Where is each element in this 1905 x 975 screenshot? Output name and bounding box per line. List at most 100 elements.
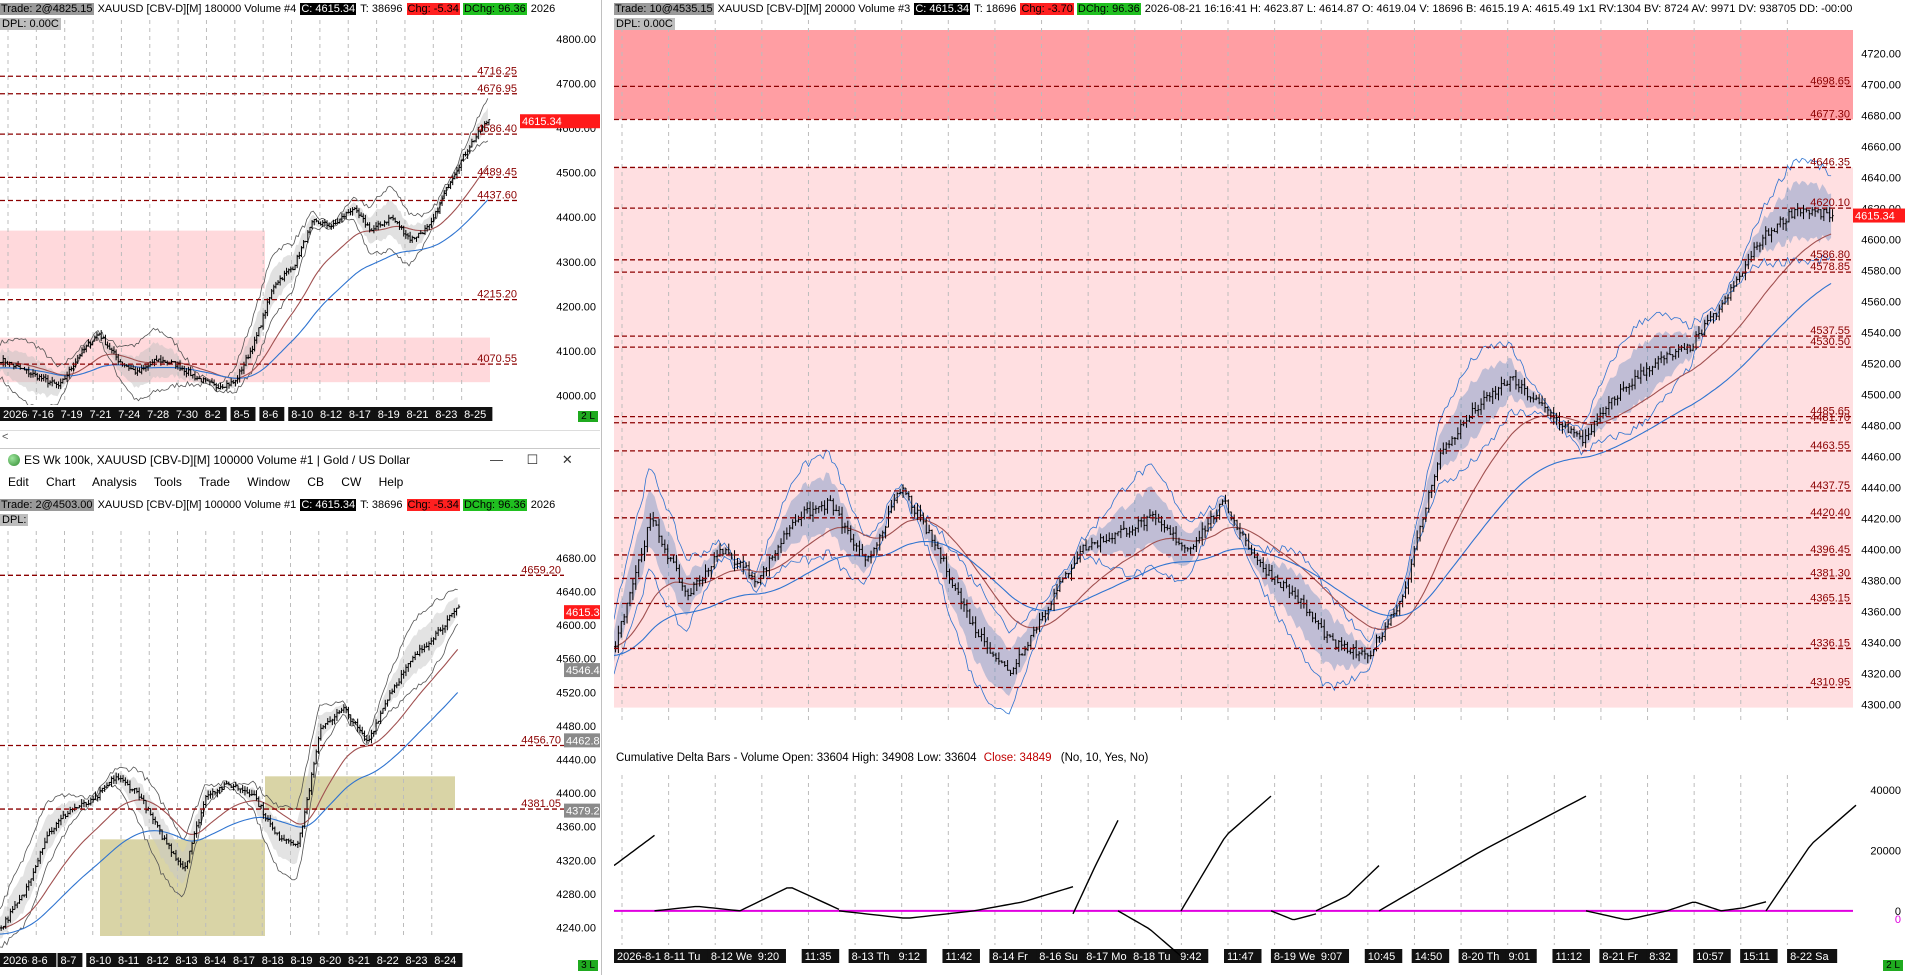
price-tick-label: 4200.00 (556, 301, 596, 313)
level-label: 4420.40 (1810, 507, 1850, 519)
level-label: 4215.20 (477, 289, 517, 301)
price-tick-label: 4500.00 (1861, 389, 1901, 401)
close-button[interactable]: ✕ (562, 452, 573, 467)
time-tick-label: 9:20 (758, 951, 779, 963)
menu-cb[interactable]: CB (307, 475, 324, 489)
level-label: 4381.30 (1810, 567, 1850, 579)
time-tick-label: 7-28 (147, 409, 169, 421)
time-tick-label: 8-12 (147, 955, 169, 967)
price-tick-label: 4320.00 (1861, 668, 1901, 680)
price-tick-label: 4440.00 (1861, 482, 1901, 494)
price-tag-label: 4379.20 (566, 806, 600, 818)
price-tick-label: 4300.00 (1861, 699, 1901, 711)
lock-badge[interactable]: 3 L (578, 960, 598, 971)
menu-trade[interactable]: Trade (199, 475, 230, 489)
price-tick-label: 4540.00 (1861, 327, 1901, 339)
menu-edit[interactable]: Edit (8, 475, 29, 489)
price-tick-label: 4660.00 (1861, 141, 1901, 153)
bar-details: 2026-08-21 16:16:41 H: 4623.87 L: 4614.8… (1144, 3, 1853, 15)
time-tick-label: 10:57 (1696, 951, 1724, 963)
tick-count: T: 18696 (974, 3, 1017, 15)
menu-chart[interactable]: Chart (46, 475, 75, 489)
time-tick-label: 8-11 (118, 955, 139, 967)
level-label: 4489.45 (477, 166, 517, 178)
time-tick-label: 15:11 (1743, 951, 1770, 963)
chart-panel-top-left[interactable]: 4716.25 4676.95 4586.40 4489.45 4437.60 4215.… (0, 0, 600, 430)
time-tick-label: 7-30 (176, 409, 198, 421)
zone (614, 30, 1853, 120)
time-tick-label: 8-6 (32, 955, 48, 967)
trade-info: Trade: 2@4825.15 (0, 3, 94, 15)
price-tick-label: 4240.00 (556, 923, 596, 935)
time-tick-label: 11:12 (1555, 951, 1582, 963)
chart-header: Trade: 2@4503.00 XAUUSD [CBV-D][M] 10000… (0, 498, 556, 512)
menu-tools[interactable]: Tools (154, 475, 182, 489)
price-tick-label: 4600.00 (556, 620, 596, 632)
close-value: C: 4615.34 (300, 3, 357, 15)
dpl-label: DPL: (0, 514, 29, 526)
symbol-info: XAUUSD [CBV-D][M] 180000 Volume #4 (97, 3, 297, 15)
trade-info: Trade: 2@4503.00 (0, 499, 94, 511)
menu-window[interactable]: Window (247, 475, 290, 489)
price-tick-label: 4100.00 (556, 346, 596, 358)
zone (0, 230, 265, 289)
last-price-label: 4615.34 (1855, 211, 1895, 223)
dpl-label: DPL: 0.00C (0, 18, 61, 30)
time-tick-label: 8-12 (320, 409, 342, 421)
menu-analysis[interactable]: Analysis (92, 475, 137, 489)
chart-window-titlebar[interactable]: ES Wk 100k, XAUUSD [CBV-D][M] 100000 Vol… (0, 448, 600, 499)
time-tick-label: 8-19 (291, 955, 313, 967)
time-tick-label: 8-25 (464, 409, 486, 421)
time-tick-label: 8-24 (434, 955, 456, 967)
level-label: 4677.30 (1810, 108, 1850, 120)
time-tick-label: 8:32 (1649, 951, 1670, 963)
level-label: 4365.15 (1810, 592, 1850, 604)
globe-icon (8, 454, 20, 466)
level-label: 4698.65 (1810, 75, 1850, 87)
price-tick-label: 4640.00 (556, 586, 596, 598)
time-tick-label: 8-19 We (1274, 951, 1315, 963)
scroll-left-icon[interactable]: < (2, 431, 8, 443)
time-tick-label: 11:42 (945, 951, 972, 963)
time-tick-label: 7-24 (118, 409, 140, 421)
price-tick-label: 4700.00 (556, 78, 596, 90)
price-tag-label: 4462.80 (566, 735, 600, 747)
level-label: 4586.80 (1810, 249, 1850, 261)
time-tick-label: 9:42 (1180, 951, 1201, 963)
level-label: 4676.95 (477, 83, 517, 95)
price-tick-label: 4440.00 (556, 755, 596, 767)
time-tick-label: 8-17 (349, 409, 371, 421)
delta-tick-label: 20000 (1870, 845, 1901, 857)
price-tick-label: 4680.00 (1861, 110, 1901, 122)
time-tick-label: 10:45 (1368, 951, 1396, 963)
time-tick-label: 11:35 (805, 951, 832, 963)
tick-count: T: 38696 (360, 499, 403, 511)
menu-cw[interactable]: CW (341, 475, 361, 489)
time-tick-label: 8-22 (377, 955, 399, 967)
chart-panel-bottom-left[interactable]: 4659.20 4456.70 4381.05 4240.00 4280.00 4320.… (0, 496, 600, 975)
maximize-button[interactable]: ☐ (527, 452, 539, 467)
time-tick-label: 8-6 (262, 409, 278, 421)
lock-badge[interactable]: 2 L (1883, 960, 1903, 971)
daily-change-value: DChg: 96.36 (462, 499, 527, 511)
horizontal-scrollbar[interactable]: < (0, 430, 600, 445)
time-tick-label: 8-13 Th (852, 951, 890, 963)
price-chart-main[interactable]: 4698.65 4677.30 4646.35 4620.10 4586.804578.… (614, 0, 1905, 975)
price-chart-bottom-left[interactable]: 4659.20 4456.70 4381.05 4240.00 4280.00 4320.… (0, 496, 600, 975)
time-tick-label: 7-19 (61, 409, 83, 421)
price-tick-label: 4000.00 (556, 391, 596, 403)
price-tick-label: 4360.00 (1861, 606, 1901, 618)
price-tick-label: 4500.00 (556, 168, 596, 180)
chart-panel-main[interactable]: 4698.65 4677.30 4646.35 4620.10 4586.80 4578.… (614, 0, 1905, 975)
close-value: C: 4615.34 (914, 3, 971, 15)
time-tick-label: 8-14 Fr (992, 951, 1028, 963)
window-title-text: ES Wk 100k, XAUUSD [CBV-D][M] 100000 Vol… (24, 453, 410, 467)
menu-help[interactable]: Help (379, 475, 404, 489)
price-tick-label: 4300.00 (556, 257, 596, 269)
lock-badge[interactable]: 2 L (578, 411, 598, 422)
minimize-button[interactable]: — (490, 452, 503, 467)
price-tick-label: 4480.00 (1861, 420, 1901, 432)
price-chart-top-left[interactable]: 4716.25 4676.95 4586.40 4489.45 4437.60 4215.… (0, 0, 600, 430)
time-tick-label: 8-20 Th (1462, 951, 1500, 963)
panel-divider[interactable] (601, 0, 615, 975)
